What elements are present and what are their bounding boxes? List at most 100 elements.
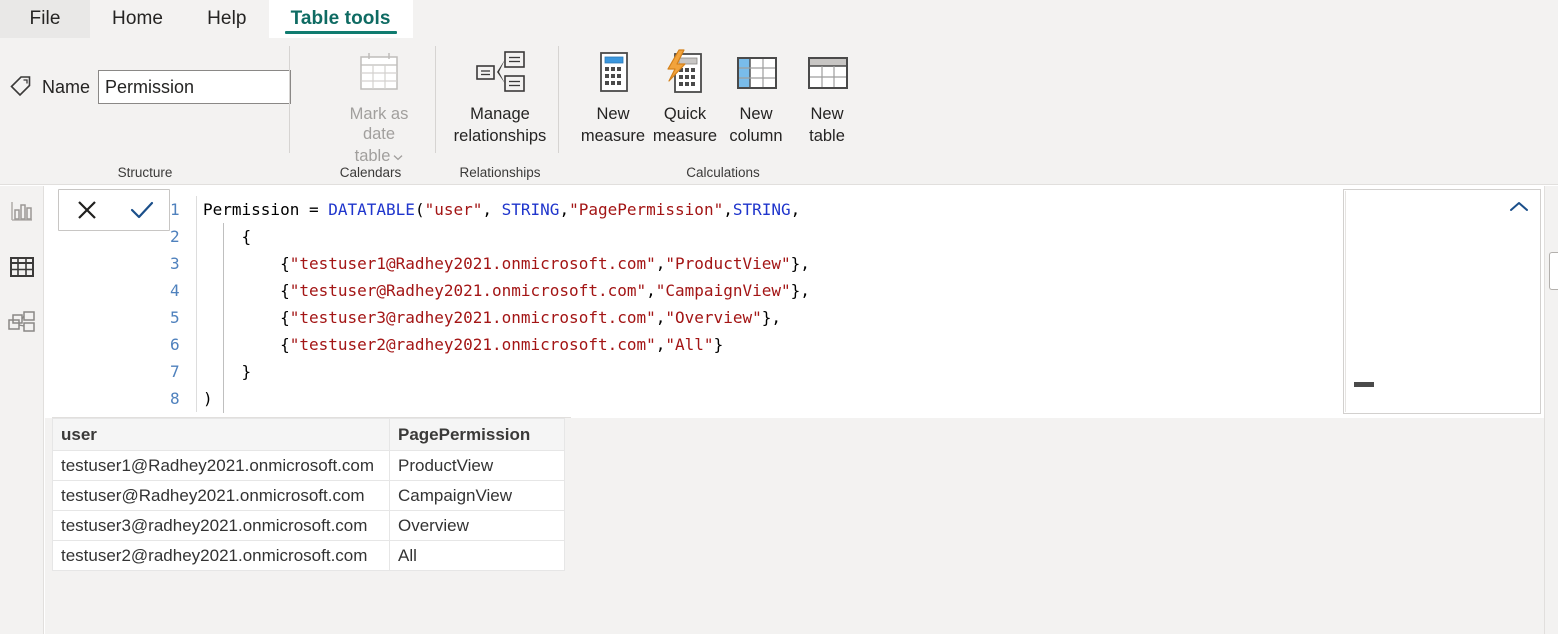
table-cell[interactable]: CampaignView — [389, 480, 565, 511]
table-name-input[interactable] — [98, 70, 292, 104]
table-row[interactable]: testuser2@radhey2021.onmicrosoft.com All — [52, 540, 565, 571]
code-token: }, — [790, 254, 810, 273]
formula-bar-side-divider — [1345, 191, 1346, 412]
new-measure-calculator-icon — [591, 44, 635, 102]
sidebar-item-report-view[interactable] — [7, 198, 37, 228]
new-table-icon — [803, 44, 851, 102]
mark-as-date-table-line2-text: table — [354, 147, 391, 166]
tab-active-underline — [284, 31, 397, 34]
code-token: , — [790, 200, 801, 219]
table-row[interactable]: testuser@Radhey2021.onmicrosoft.com Campa… — [52, 480, 565, 511]
line-number: 7 — [170, 362, 180, 381]
table-cell[interactable]: testuser1@Radhey2021.onmicrosoft.com — [52, 450, 390, 481]
new-measure-label-line1: New — [596, 105, 630, 123]
ribbon-group-structure: Name Structure — [0, 38, 292, 185]
chevron-down-icon[interactable] — [393, 146, 403, 166]
bar-chart-icon — [9, 198, 35, 229]
code-line: {"testuser2@radhey2021.onmicrosoft.com",… — [203, 331, 810, 358]
code-line: Permission = DATATABLE("user", STRING,"P… — [203, 196, 810, 223]
table-cell[interactable]: Overview — [389, 510, 565, 541]
tab-home[interactable]: Home — [90, 0, 185, 38]
tab-table-tools-label: Table tools — [290, 8, 391, 29]
view-switcher-rail — [0, 186, 44, 634]
fields-pane-expand-handle[interactable] — [1549, 252, 1558, 290]
line-number: 4 — [170, 281, 180, 300]
manage-relationships-button[interactable]: Manage relationships — [449, 44, 551, 146]
tab-home-label: Home — [112, 8, 164, 29]
code-token: "testuser2@radhey2021.onmicrosoft.com" — [289, 335, 656, 354]
group-label-relationships: Relationships — [459, 165, 541, 180]
new-column-button[interactable]: New column — [720, 44, 792, 146]
tab-table-tools[interactable]: Table tools — [268, 0, 413, 38]
manage-relationships-label-line2: relationships — [453, 127, 547, 146]
code-token: , — [646, 281, 656, 300]
formula-bar-actions — [58, 189, 170, 231]
group-label-structure: Structure — [117, 165, 173, 180]
ribbon-group-calendars: Mark as date table Calendars — [305, 38, 436, 185]
code-token: }, — [790, 281, 810, 300]
table-row[interactable]: testuser3@radhey2021.onmicrosoft.com Over… — [52, 510, 565, 541]
code-token: , — [655, 308, 666, 327]
new-measure-button[interactable]: New measure — [577, 44, 649, 146]
column-header-user[interactable]: user — [52, 418, 390, 451]
sidebar-item-data-view[interactable] — [7, 254, 37, 284]
code-line: {"testuser1@Radhey2021.onmicrosoft.com",… — [203, 250, 810, 277]
code-token: } — [203, 362, 252, 381]
dax-code[interactable]: Permission = DATATABLE("user", STRING,"P… — [203, 196, 810, 412]
model-relationships-icon — [7, 310, 36, 341]
code-token: "ProductView" — [665, 254, 791, 273]
chevron-up-icon[interactable] — [1508, 198, 1530, 216]
mark-as-date-table-label-line2: table — [355, 146, 404, 166]
code-token: }, — [761, 308, 781, 327]
line-number: 6 — [170, 335, 180, 354]
quick-measure-button[interactable]: Quick measure — [649, 44, 721, 146]
code-token: { — [203, 308, 290, 327]
new-table-label-line2: table — [809, 127, 845, 146]
tab-help-label: Help — [207, 8, 247, 29]
table-grid-icon — [9, 254, 35, 285]
code-token: , — [655, 335, 666, 354]
formula-bar-side-panel — [1343, 189, 1541, 414]
mark-as-date-table-button[interactable]: Mark as date table — [334, 44, 424, 166]
ribbon-tab-strip: File Home Help Table tools — [0, 0, 1558, 38]
code-token: DATATABLE — [328, 200, 415, 219]
column-header-pagepermission[interactable]: PagePermission — [389, 418, 565, 451]
new-measure-label-line2: measure — [580, 127, 646, 146]
table-row[interactable]: testuser1@Radhey2021.onmicrosoft.com Prod… — [52, 450, 565, 481]
line-number: 5 — [170, 308, 180, 327]
code-token: Permission = — [203, 200, 329, 219]
code-token: "testuser@Radhey2021.onmicrosoft.com" — [289, 281, 647, 300]
table-cell[interactable]: testuser2@radhey2021.onmicrosoft.com — [52, 540, 390, 571]
table-cell[interactable]: All — [389, 540, 565, 571]
code-token: { — [203, 254, 290, 273]
tab-file-label: File — [29, 8, 61, 29]
tab-help[interactable]: Help — [185, 0, 268, 38]
code-token: , — [559, 200, 570, 219]
code-token: "PagePermission" — [569, 200, 724, 219]
quick-measure-lightning-calculator-icon — [661, 44, 709, 102]
code-line: {"testuser3@radhey2021.onmicrosoft.com",… — [203, 304, 810, 331]
relationships-icon — [472, 44, 528, 102]
table-cell[interactable]: testuser3@radhey2021.onmicrosoft.com — [52, 510, 390, 541]
tab-file[interactable]: File — [0, 0, 90, 38]
ribbon: Name Structure — [0, 38, 1558, 185]
new-column-label-line1: New — [739, 105, 773, 123]
code-token: STRING — [501, 200, 560, 219]
ribbon-group-relationships: Manage relationships Relationships — [441, 38, 559, 185]
table-cell[interactable]: ProductView — [389, 450, 565, 481]
horizontal-scrollbar-thumb[interactable] — [1354, 382, 1374, 387]
editor-line-numbers: 1 2 3 4 5 6 7 8 — [170, 196, 196, 412]
table-cell[interactable]: testuser@Radhey2021.onmicrosoft.com — [52, 480, 390, 511]
code-token: "user" — [424, 200, 483, 219]
new-table-button[interactable]: New table — [791, 44, 863, 146]
close-x-icon[interactable] — [67, 194, 107, 226]
code-token: "All" — [665, 335, 714, 354]
code-token: "Overview" — [665, 308, 762, 327]
new-table-label-line1: New — [810, 105, 844, 123]
line-number: 8 — [170, 389, 180, 408]
quick-measure-label-line2: measure — [652, 127, 718, 146]
sidebar-item-model-view[interactable] — [7, 310, 37, 340]
code-token: "testuser3@radhey2021.onmicrosoft.com" — [289, 308, 656, 327]
checkmark-icon[interactable] — [122, 194, 162, 226]
dax-formula-editor[interactable]: 1 2 3 4 5 6 7 8 Permission = DATATABLE("user", … — [170, 189, 1343, 414]
